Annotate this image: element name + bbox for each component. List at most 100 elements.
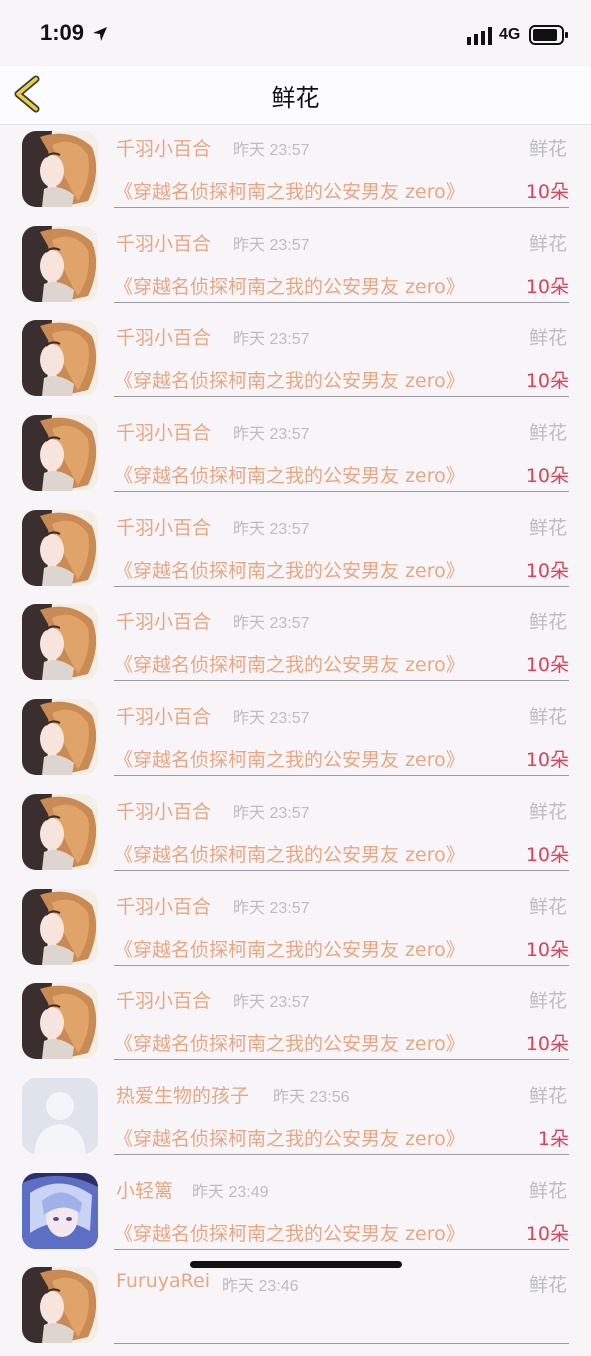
list-item[interactable]: FuruyaRei 昨天 23:46 鲜花 [0,1261,591,1356]
divider [114,1248,569,1250]
timestamp: 昨天 23:57 [233,426,310,444]
book-title[interactable]: 《穿越名侦探柯南之我的公安男友 zero》 [114,650,465,677]
timestamp: 昨天 23:57 [233,331,310,349]
list-item[interactable]: 千羽小百合 昨天 23:57 鲜花《穿越名侦探柯南之我的公安男友 zero》 10朵 [0,693,591,788]
user-name[interactable]: 千羽小百合 [116,892,211,919]
gift-type-label: 鲜花 [528,327,567,350]
book-title[interactable]: 《穿越名侦探柯南之我的公安男友 zero》 [114,461,465,488]
avatar[interactable] [22,1172,98,1249]
gift-type-label: 鲜花 [528,1084,567,1107]
gift-amount: 10朵 [525,749,569,772]
home-indicator[interactable] [190,1261,402,1268]
divider [114,775,569,777]
user-name[interactable]: 热爱生物的孩子 [116,1081,249,1108]
book-title[interactable]: 《穿越名侦探柯南之我的公安男友 zero》 [114,366,465,393]
timestamp: 昨天 23:57 [233,804,310,822]
user-name[interactable]: 千羽小百合 [116,323,211,350]
divider [114,585,569,587]
page-title: 鲜花 [271,84,320,112]
list-item[interactable]: 千羽小百合 昨天 23:57 鲜花《穿越名侦探柯南之我的公安男友 zero》 10朵 [0,788,591,883]
book-title[interactable]: 《穿越名侦探柯南之我的公安男友 zero》 [114,840,465,867]
avatar[interactable] [22,320,98,397]
gift-amount: 10朵 [525,275,569,298]
gift-type-label: 鲜花 [528,706,567,729]
list-item[interactable]: 千羽小百合 昨天 23:57 鲜花《穿越名侦探柯南之我的公安男友 zero》 10朵 [0,977,591,1072]
gift-type-label: 鲜花 [528,990,567,1013]
timestamp: 昨天 23:57 [233,710,310,728]
gift-type-label: 鲜花 [528,138,567,160]
avatar[interactable] [22,415,98,492]
avatar[interactable] [22,225,98,302]
gift-type-label: 鲜花 [528,232,567,255]
gift-amount: 10朵 [525,938,569,961]
timestamp: 昨天 23:57 [233,520,310,538]
timestamp: 昨天 23:57 [233,994,310,1012]
user-name[interactable]: 千羽小百合 [116,607,211,634]
list-item[interactable]: 热爱生物的孩子 昨天 23:56 鲜花《穿越名侦探柯南之我的公安男友 zero》 1朵 [0,1072,591,1167]
gift-amount: 1朵 [537,1127,569,1150]
cellular-signal-icon [467,27,492,45]
book-title[interactable]: 《穿越名侦探柯南之我的公安男友 zero》 [114,556,465,583]
gift-type-label: 鲜花 [528,800,567,823]
battery-icon [529,25,568,45]
divider [114,1153,569,1155]
list-item[interactable]: 千羽小百合 昨天 23:57 鲜花 《穿越名侦探柯南之我的公安男友 zero》 10朵 [0,409,591,504]
status-time: 1:09 [40,20,85,45]
avatar[interactable] [22,1077,98,1154]
timestamp: 昨天 23:57 [233,142,310,159]
network-type: 4G [499,26,521,43]
book-title[interactable]: 《穿越名侦探柯南之我的公安男友 zero》 [114,272,465,299]
list-item[interactable]: 千羽小百合 昨天 23:57 鲜花 《穿越名侦探柯南之我的公安男友 zero》 10朵 [0,598,591,693]
user-name[interactable]: 千羽小百合 [116,986,211,1013]
book-title[interactable]: 《穿越名侦探柯南之我的公安男友 zero》 [114,177,465,204]
divider [114,964,569,966]
list-item[interactable]: 千羽小百合 昨天 23:57 鲜花《穿越名侦探柯南之我的公安男友 zero》 10朵 [0,314,591,409]
book-title[interactable]: 《穿越名侦探柯南之我的公安男友 zero》 [114,935,465,962]
user-name[interactable]: 小轻篱 [116,1176,173,1203]
gift-amount: 10朵 [525,843,569,866]
avatar[interactable] [22,983,98,1060]
avatar[interactable] [22,699,98,776]
gift-type-label: 鲜花 [528,422,567,445]
gift-type-label: 鲜花 [528,611,567,634]
timestamp: 昨天 23:56 [273,1088,350,1106]
divider [114,491,569,493]
user-name[interactable]: FuruyaRei [116,1270,210,1292]
timestamp: 昨天 23:57 [233,899,310,917]
user-name[interactable]: 千羽小百合 [116,418,211,445]
gift-type-label: 鲜花 [528,516,567,539]
list-item[interactable]: 千羽小百合 昨天 23:57 鲜花 《穿越名侦探柯南之我的公安男友 zero》 10朵 [0,504,591,599]
avatar[interactable] [22,604,98,681]
user-name[interactable]: 千羽小百合 [116,229,211,256]
avatar[interactable] [22,131,98,207]
list-item[interactable]: 千羽小百合 昨天 23:57 鲜花《穿越名侦探柯南之我的公安男友 zero》 10朵 [0,125,591,220]
gift-amount: 10朵 [525,1033,569,1056]
list-item[interactable]: 小轻篱 昨天 23:49 鲜花《穿越名侦探柯南之我的公安男友 zero》 10朵 [0,1167,591,1262]
divider [114,396,569,398]
book-title[interactable]: 《穿越名侦探柯南之我的公安男友 zero》 [114,745,465,772]
gift-list: 千羽小百合 昨天 23:57 鲜花 《穿越名侦探柯南之我的公安男友 zero》 10朵千… [0,125,591,1356]
book-title[interactable]: 《穿越名侦探柯南之我的公安男友 zero》 [114,1124,465,1151]
timestamp: 昨天 23:49 [192,1183,269,1201]
avatar[interactable] [22,509,98,586]
list-item[interactable]: 千羽小百合 昨天 23:57 鲜花 《穿越名侦探柯南之我的公安男友 zero》 10朵 [0,883,591,978]
divider [114,1343,569,1345]
user-name[interactable]: 千羽小百合 [116,134,211,161]
gift-amount: 10朵 [525,181,569,203]
avatar[interactable] [22,1267,98,1344]
gift-amount: 10朵 [525,1222,569,1245]
book-title[interactable]: 《穿越名侦探柯南之我的公安男友 zero》 [114,1219,465,1246]
user-name[interactable]: 千羽小百合 [116,513,211,540]
navigation-bar: 鲜花 [0,66,591,125]
book-title[interactable]: 《穿越名侦探柯南之我的公安男友 zero》 [114,1029,465,1056]
divider [114,301,569,303]
user-name[interactable]: 千羽小百合 [116,702,211,729]
list-item[interactable]: 千羽小百合 昨天 23:57 鲜花 《穿越名侦探柯南之我的公安男友 zero》 10朵 [0,220,591,315]
avatar[interactable] [22,888,98,965]
gift-amount: 10朵 [525,370,569,393]
timestamp: 昨天 23:46 [222,1278,299,1296]
divider [114,680,569,682]
gift-type-label: 鲜花 [528,1179,567,1202]
user-name[interactable]: 千羽小百合 [116,797,211,824]
avatar[interactable] [22,793,98,870]
